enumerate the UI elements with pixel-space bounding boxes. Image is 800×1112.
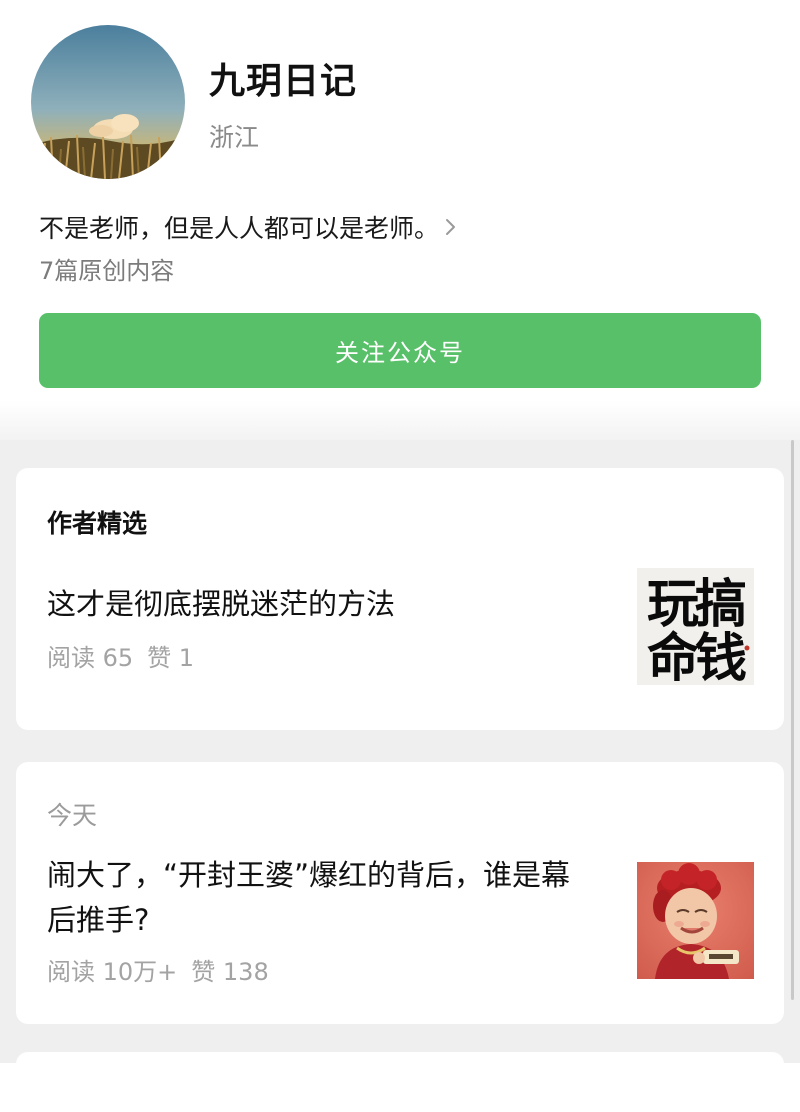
featured-article-stats: 阅读 65 赞 1 [47, 638, 194, 673]
scrollbar[interactable] [791, 440, 794, 1000]
follow-button[interactable]: 关注公众号 [39, 313, 761, 388]
like-count: 赞 138 [191, 958, 269, 986]
like-count: 赞 1 [147, 644, 195, 672]
account-name: 九玥日记 [209, 61, 358, 102]
read-count: 阅读 10万+ [47, 958, 178, 986]
today-card: 今天 闹大了，“开封王婆”爆红的背后，谁是幕后推手? 阅读 10万+ 赞 138 [16, 762, 784, 1024]
thumbnail-text-line1: 玩搞 [647, 575, 745, 635]
today-article-thumbnail[interactable] [637, 862, 754, 979]
featured-card: 作者精选 这才是彻底摆脱迷茫的方法 阅读 65 赞 1 玩搞 命钱 [16, 468, 784, 730]
account-location: 浙江 [209, 123, 260, 152]
featured-article-thumbnail[interactable]: 玩搞 命钱 [637, 568, 754, 685]
chevron-right-icon [445, 218, 457, 236]
next-card [16, 1052, 784, 1112]
bio-text: 不是老师，但是人人都可以是老师。 [39, 214, 440, 243]
profile-header: 九玥日记 浙江 不是老师，但是人人都可以是老师。 7篇原创内容 关注公众号 [0, 0, 800, 440]
today-article-stats: 阅读 10万+ 赞 138 [47, 952, 269, 987]
read-count: 阅读 65 [47, 644, 134, 672]
today-article-title[interactable]: 闹大了，“开封王婆”爆红的背后，谁是幕后推手? [47, 853, 587, 943]
featured-article-title[interactable]: 这才是彻底摆脱迷茫的方法 [47, 582, 587, 627]
bio-row[interactable]: 不是老师，但是人人都可以是老师。 [39, 209, 457, 245]
thumbnail-text-line2: 命钱 [647, 629, 746, 685]
date-label: 今天 [47, 801, 98, 830]
avatar[interactable] [31, 25, 185, 179]
original-count: 7篇原创内容 [39, 257, 175, 285]
section-title: 作者精选 [47, 509, 148, 538]
